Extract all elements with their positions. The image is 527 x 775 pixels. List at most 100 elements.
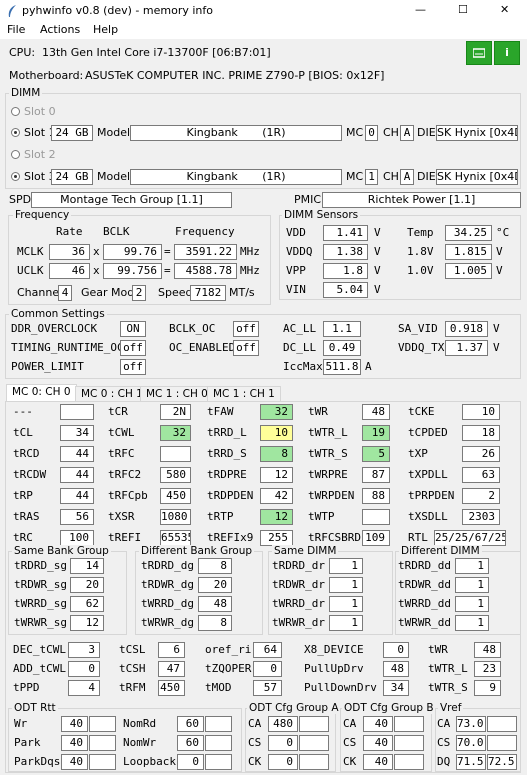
timing-value-c4-2: 5 [362, 446, 390, 462]
misc-label-1-1: tCSH [119, 662, 146, 675]
mclk-bclk: 99.76 [103, 244, 162, 260]
cfg_a-extra-0 [299, 716, 329, 732]
mclk-freq: 3591.22 [174, 244, 237, 260]
temp-label: Temp [407, 226, 434, 239]
mclk-unit: MHz [240, 245, 260, 258]
slot0-radio[interactable] [11, 107, 20, 116]
timing-label-c2-4: tRFCpb [108, 489, 148, 502]
info-button[interactable]: i [494, 41, 520, 65]
tab-mc0-ch1[interactable]: MC 0 : CH 1 [75, 386, 149, 402]
timing-label-c5-1: tCPDED [408, 426, 448, 439]
slot3-mc-label: MC [346, 170, 364, 183]
timing-label-c1-3: tRCDW [13, 468, 47, 481]
temp-value: 34.25 [445, 225, 492, 241]
timing-value-c5-1: 18 [462, 425, 500, 441]
diff_bank-value-3: 8 [198, 615, 232, 631]
slot3-die: SK Hynix [0x4D] [436, 169, 518, 185]
timing-value-c4-3: 87 [362, 467, 390, 483]
diff_bank-label-3: tWRWR_dg [141, 616, 194, 629]
cfg_a-value-2: 0 [268, 754, 298, 770]
diff_bank-title: Different Bank Group [139, 545, 255, 557]
timing-value-c1-2: 44 [60, 446, 94, 462]
misc-label-1-4: tWTR_L [428, 662, 468, 675]
misc-label-0-1: tCSL [119, 643, 146, 656]
maximize-button[interactable]: ☐ [458, 3, 468, 16]
cfg_b-label-0: CA [343, 717, 357, 730]
vdd-label: VDD [286, 226, 306, 239]
odt-extra-a-2 [89, 754, 116, 770]
menu-actions[interactable]: Actions [40, 23, 80, 36]
v10-label: 1.0V [407, 264, 434, 277]
oc-enabled-value: off [233, 340, 259, 356]
minimize-button[interactable]: — [415, 3, 426, 16]
slot2-label: Slot 2 [24, 148, 56, 161]
uclk-rate: 46 [49, 263, 90, 279]
vdd-value: 1.41 [323, 225, 368, 241]
tab-mc1-ch0[interactable]: MC 1 : CH 0 [140, 386, 214, 402]
timing-value-c3-1: 10 [260, 425, 293, 441]
misc-label-2-4: tWTR_S [428, 681, 468, 694]
cfg_a-extra-2 [299, 754, 329, 770]
tab-mc1-ch1[interactable]: MC 1 : CH 1 [207, 386, 281, 402]
same_dimm-value-1: 1 [329, 577, 363, 593]
v18-value: 1.815 [445, 244, 492, 260]
power-limit-value: off [120, 359, 146, 375]
slot1-model: Kingbank (1R) [130, 125, 342, 141]
menu-file[interactable]: File [7, 23, 25, 36]
speed-value: 7182 [190, 285, 226, 301]
iccmax-label: IccMax [283, 360, 323, 373]
slot3-radio[interactable] [11, 172, 20, 181]
cfg_a-extra-1 [299, 735, 329, 751]
timing-label-c3-3: tRDPRE [207, 468, 247, 481]
timing-value-c3-5: 12 [260, 509, 293, 525]
slot1-ch-label: CH [383, 126, 399, 139]
channels-value: 4 [58, 285, 72, 301]
same_bank-label-1: tRDWR_sg [14, 578, 67, 591]
vin-value: 5.04 [323, 282, 368, 298]
gear-mode-value: 2 [132, 285, 146, 301]
close-button[interactable]: ✕ [500, 3, 509, 16]
diff_dimm-title: Different DIMM [399, 545, 482, 557]
timing-label-c3-1: tRRD_L [207, 426, 247, 439]
timing-label-c3-4: tRDPDEN [207, 489, 254, 502]
diff_dimm-label-2: tWRRD_dd [398, 597, 451, 610]
odt-value-a-1: 40 [61, 735, 88, 751]
uclk-bclk: 99.756 [103, 263, 162, 279]
diff_bank-value-0: 8 [198, 558, 232, 574]
odt-label-b-0: NomRd [123, 717, 157, 730]
menu-help[interactable]: Help [93, 23, 118, 36]
mclk-eq: = [164, 245, 171, 258]
timing-runtime-oc-label: TIMING_RUNTIME_OC [11, 341, 124, 354]
timing-label-c2-0: tCR [108, 405, 128, 418]
odt-value-a-0: 40 [61, 716, 88, 732]
tab-mc0-ch0[interactable]: MC 0: CH 0 [6, 384, 77, 402]
cpu-label: CPU: [9, 46, 36, 59]
slot2-radio[interactable] [11, 150, 20, 159]
save-button[interactable] [466, 41, 492, 65]
timing-value-c3-4: 42 [260, 488, 293, 504]
odt-rtt-title: ODT Rtt [12, 702, 58, 714]
timing-label-c4-1: tWTR_L [308, 426, 348, 439]
timing-label-c4-3: tWRPRE [308, 468, 348, 481]
misc-value-0-3: 0 [383, 642, 409, 658]
misc-value-1-3: 48 [383, 661, 409, 677]
sa-vid-value: 0.918 [445, 321, 488, 337]
misc-value-2-1: 450 [158, 680, 185, 696]
timing-value-c3-2: 8 [260, 446, 293, 462]
timing-value-c1-4: 44 [60, 488, 94, 504]
timing-value-c1-5: 56 [60, 509, 94, 525]
timing-label-c1-5: tRAS [13, 510, 40, 523]
timing-value-c5-2: 26 [462, 446, 500, 462]
slot3-mc: 1 [365, 169, 378, 185]
cfg_a-value-1: 0 [268, 735, 298, 751]
slot1-radio[interactable] [11, 128, 20, 137]
ddr-overclock-label: DDR_OVERCLOCK [11, 322, 98, 335]
diff_bank-label-1: tRDWR_dg [141, 578, 194, 591]
timing-label-c4-6: tRFCSBRD [308, 531, 361, 544]
vref-dq-label: DQ [437, 755, 451, 768]
odt-label-a-1: Park [14, 736, 41, 749]
misc-value-0-1: 6 [158, 642, 185, 658]
timing-value-c1-3: 44 [60, 467, 94, 483]
same_dimm-label-3: tWRWR_dr [272, 616, 325, 629]
uclk-label: UCLK [17, 264, 44, 277]
